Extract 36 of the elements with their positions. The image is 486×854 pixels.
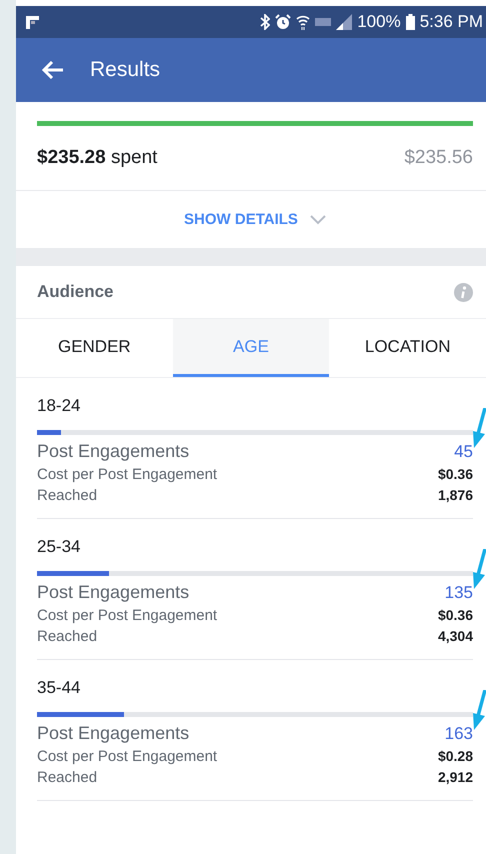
engagements-value: 135 <box>444 583 473 603</box>
bluetooth-icon <box>260 14 270 30</box>
age-range-label: 25-34 <box>37 537 82 557</box>
section-title: Audience <box>37 282 114 302</box>
metric-label: Reached <box>37 628 98 645</box>
metric-label: Reached <box>37 769 98 786</box>
cost-value: $0.36 <box>438 607 473 623</box>
status-time: 5:36 PM <box>420 12 483 32</box>
metric-label: Cost per Post Engagement <box>37 607 218 624</box>
app-logo-icon <box>26 16 39 28</box>
back-arrow-icon[interactable] <box>42 61 64 79</box>
screen-title: Results <box>90 58 160 82</box>
cost-value: $0.28 <box>438 748 473 764</box>
metric-label: Post Engagements <box>37 723 190 744</box>
wifi-icon <box>296 14 310 30</box>
age-range-label: 35-44 <box>37 678 82 698</box>
chevron-down-icon <box>310 214 326 224</box>
battery-icon <box>406 14 415 30</box>
alarm-icon <box>275 14 292 30</box>
metric-label: Reached <box>37 487 98 504</box>
budget-total: $235.56 <box>404 147 473 169</box>
reached-value: 4,304 <box>438 628 473 644</box>
reached-value: 1,876 <box>438 487 473 503</box>
battery-percent: 100% <box>357 12 401 32</box>
metric-label: Post Engagements <box>37 441 190 462</box>
amount-spent: $235.28 spent <box>37 147 158 169</box>
metric-label: Cost per Post Engagement <box>37 748 218 765</box>
metric-label: Cost per Post Engagement <box>37 466 218 483</box>
signal-icon <box>336 14 352 30</box>
engagements-value: 163 <box>444 724 473 744</box>
engagements-value: 45 <box>454 442 473 462</box>
reached-value: 2,912 <box>438 769 473 785</box>
network-icon <box>315 17 332 27</box>
metric-label: Post Engagements <box>37 582 190 603</box>
cost-value: $0.36 <box>438 466 473 482</box>
age-range-label: 18-24 <box>37 396 82 416</box>
